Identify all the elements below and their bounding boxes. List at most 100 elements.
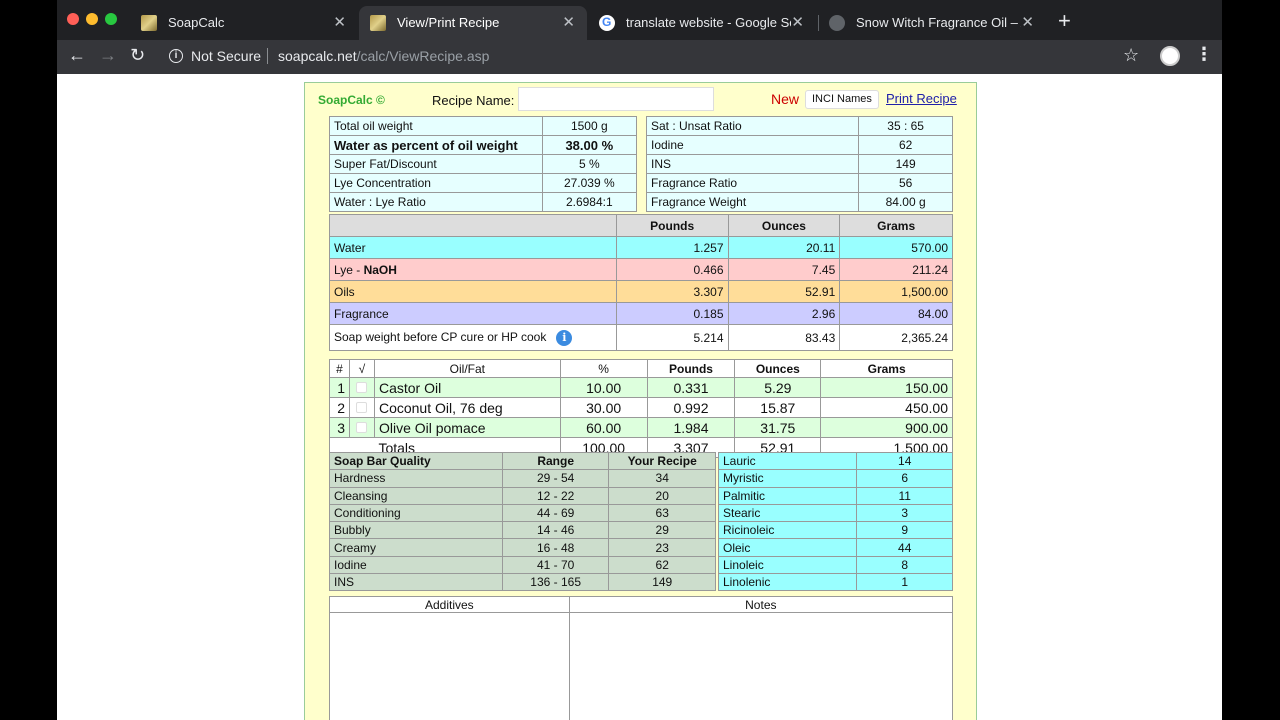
soap-quality-table: Soap Bar Quality Range Your Recipe Hardn… bbox=[329, 451, 716, 592]
quality-value: 63 bbox=[608, 503, 716, 523]
oil-checkbox-cell bbox=[348, 397, 375, 418]
table-row: Linoleic 8 bbox=[717, 555, 953, 575]
col-number-header: # bbox=[329, 359, 350, 378]
fatty-acid-name: Stearic bbox=[717, 503, 858, 523]
table-row: Water as percent of oil weight 38.00 % bbox=[329, 135, 638, 155]
oil-grams: 900.00 bbox=[820, 417, 953, 438]
minimize-window-button[interactable] bbox=[86, 13, 98, 25]
maximize-window-button[interactable] bbox=[105, 13, 117, 25]
soapcalc-favicon-icon bbox=[141, 15, 157, 31]
fatty-acid-value: 9 bbox=[856, 521, 953, 540]
fatty-acid-value: 8 bbox=[856, 555, 953, 575]
weight-pounds: 0.466 bbox=[615, 258, 729, 281]
quality-name: INS bbox=[329, 573, 503, 592]
oil-percent: 30.00 bbox=[559, 397, 648, 418]
close-tab-icon[interactable]: ✕ bbox=[333, 13, 346, 31]
close-window-button[interactable] bbox=[67, 13, 79, 25]
info-icon[interactable]: i bbox=[556, 329, 573, 346]
property-value: 56 bbox=[858, 173, 953, 193]
weight-label: Fragrance bbox=[329, 302, 617, 325]
quality-name: Hardness bbox=[329, 469, 503, 488]
table-row: INS 136 - 165 149 bbox=[329, 573, 716, 592]
summary-value: 1500 g bbox=[541, 116, 638, 136]
oils-row: Oils 3.307 52.91 1,500.00 bbox=[329, 280, 953, 303]
oil-checkbox[interactable] bbox=[356, 421, 368, 433]
tab-view-print-recipe[interactable]: View/Print Recipe ✕ bbox=[359, 6, 587, 40]
weights-table: Pounds Ounces Grams Water 1.257 20.11 57… bbox=[329, 214, 953, 351]
forward-arrow-icon[interactable]: → bbox=[99, 45, 117, 66]
ounces-header: Ounces bbox=[727, 214, 841, 237]
range-header: Range bbox=[501, 451, 610, 471]
tab-google-search[interactable]: translate website - Google Sea ✕ bbox=[588, 6, 816, 40]
bookmark-star-icon[interactable]: ☆ bbox=[1123, 45, 1139, 66]
new-tab-button[interactable]: + bbox=[1058, 8, 1071, 34]
reload-icon[interactable]: ↻ bbox=[130, 45, 145, 66]
url-text[interactable]: soapcalc.net/calc/ViewRecipe.asp bbox=[278, 48, 489, 64]
quality-value: 149 bbox=[608, 573, 716, 592]
weight-ounces: 7.45 bbox=[727, 258, 841, 281]
additives-header: Additives bbox=[329, 596, 570, 613]
table-row: Iodine 41 - 70 62 bbox=[329, 555, 716, 575]
weight-ounces: 83.43 bbox=[727, 324, 841, 351]
table-row: 2 Coconut Oil, 76 deg 30.00 0.992 15.87 … bbox=[329, 397, 953, 418]
weight-pounds: 1.257 bbox=[615, 236, 729, 259]
close-tab-icon[interactable]: ✕ bbox=[562, 13, 575, 31]
fatty-acid-value: 11 bbox=[856, 486, 953, 505]
table-row: Fragrance Weight 84.00 g bbox=[645, 192, 953, 212]
inci-names-button[interactable]: INCI Names bbox=[805, 90, 879, 109]
tab-title: translate website - Google Sea bbox=[626, 15, 791, 30]
fatty-acid-name: Palmitic bbox=[717, 486, 858, 505]
print-recipe-link[interactable]: Print Recipe bbox=[886, 91, 957, 106]
quality-value: 23 bbox=[608, 538, 716, 557]
oil-pounds: 0.992 bbox=[646, 397, 736, 418]
table-row: 3 Olive Oil pomace 60.00 1.984 31.75 900… bbox=[329, 417, 953, 438]
close-tab-icon[interactable]: ✕ bbox=[1021, 13, 1034, 31]
quality-range: 14 - 46 bbox=[501, 521, 610, 540]
tab-title: View/Print Recipe bbox=[397, 15, 500, 30]
summary-label: Lye Concentration bbox=[329, 173, 543, 193]
soap-weight-row: Soap weight before CP cure or HP cook i 5… bbox=[329, 324, 953, 351]
grams-header: Grams bbox=[839, 214, 953, 237]
tab-snow-witch[interactable]: Snow Witch Fragrance Oil – Ar ✕ bbox=[818, 6, 1046, 40]
quality-value: 29 bbox=[608, 521, 716, 540]
oil-checkbox[interactable] bbox=[356, 381, 368, 393]
site-info-icon[interactable]: i bbox=[169, 49, 183, 63]
oil-checkbox-cell bbox=[348, 417, 375, 438]
oil-ounces: 5.29 bbox=[734, 377, 822, 398]
table-row: Hardness 29 - 54 34 bbox=[329, 469, 716, 488]
oils-table: # √ Oil/Fat % Pounds Ounces Grams 1 Cast… bbox=[329, 359, 953, 458]
quality-range: 16 - 48 bbox=[501, 538, 610, 557]
table-row: Fragrance Ratio 56 bbox=[645, 173, 953, 193]
table-row: Palmitic 11 bbox=[717, 486, 953, 505]
col-ounces-header: Ounces bbox=[734, 359, 822, 378]
weight-grams: 2,365.24 bbox=[839, 324, 953, 351]
weight-ounces: 20.11 bbox=[727, 236, 841, 259]
fatty-acid-value: 6 bbox=[856, 469, 953, 488]
notes-header: Notes bbox=[568, 596, 954, 613]
weight-pounds: 3.307 bbox=[615, 280, 729, 303]
fatty-acid-name: Ricinoleic bbox=[717, 521, 858, 540]
table-row: Oleic 44 bbox=[717, 538, 953, 557]
profile-avatar[interactable] bbox=[1160, 46, 1180, 66]
page-content: SoapCalc © Recipe Name: New INCI Names P… bbox=[57, 74, 1222, 720]
address-bar[interactable]: i Not Secure soapcalc.net/calc/ViewRecip… bbox=[157, 42, 1127, 70]
weight-label: Water bbox=[329, 236, 617, 259]
fatty-acid-value: 14 bbox=[856, 451, 953, 471]
table-row: Bubbly 14 - 46 29 bbox=[329, 521, 716, 540]
recipe-name-input[interactable] bbox=[518, 87, 714, 111]
tab-soapcalc[interactable]: SoapCalc ✕ bbox=[130, 6, 358, 40]
oil-checkbox[interactable] bbox=[356, 401, 368, 413]
oil-grams: 450.00 bbox=[820, 397, 953, 418]
property-label: Sat : Unsat Ratio bbox=[645, 116, 860, 136]
back-arrow-icon[interactable]: ← bbox=[68, 45, 86, 66]
table-row: Total oil weight 1500 g bbox=[329, 116, 638, 136]
url-host: soapcalc.net bbox=[278, 48, 357, 64]
summary-label: Total oil weight bbox=[329, 116, 543, 136]
browser-menu-icon[interactable]: ⋮ bbox=[1195, 44, 1213, 65]
soapcalc-favicon-icon bbox=[370, 15, 386, 31]
additives-box bbox=[329, 612, 570, 720]
close-tab-icon[interactable]: ✕ bbox=[791, 13, 804, 31]
oil-name: Castor Oil bbox=[373, 377, 561, 398]
table-row: Conditioning 44 - 69 63 bbox=[329, 503, 716, 523]
summary-label: Water as percent of oil weight bbox=[329, 135, 543, 155]
